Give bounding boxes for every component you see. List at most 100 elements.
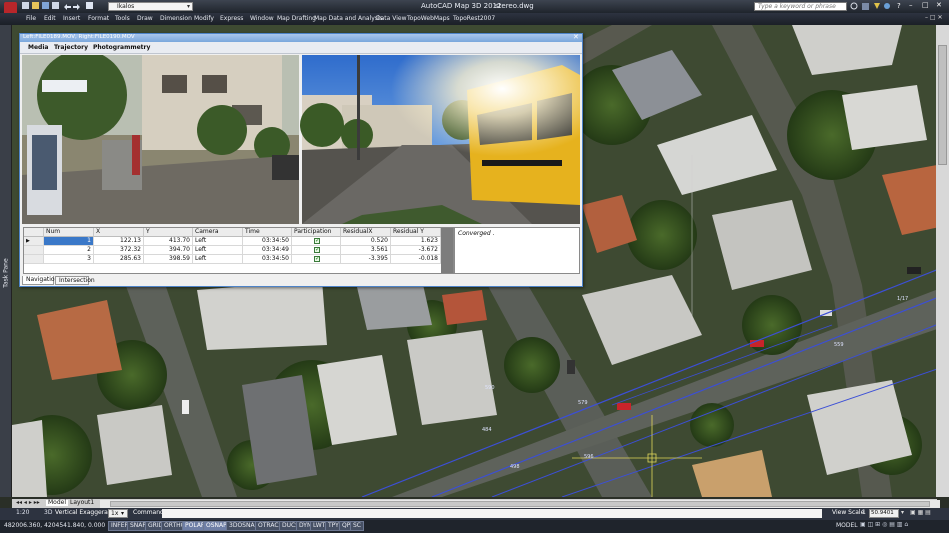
menu-modify[interactable]: Modify xyxy=(194,16,214,22)
menu-draw[interactable]: Draw xyxy=(137,16,153,22)
participation-checkbox[interactable] xyxy=(314,256,320,262)
cell-num[interactable]: 1 xyxy=(44,237,94,246)
cell-y[interactable]: 398.59 xyxy=(144,255,193,264)
minimize-icon[interactable]: – xyxy=(909,2,913,9)
command-line-input[interactable] xyxy=(162,509,822,518)
col-camera-header[interactable]: Camera xyxy=(193,228,243,237)
menu-tools[interactable]: Tools xyxy=(115,16,130,22)
menu-insert[interactable]: Insert xyxy=(63,16,80,22)
model-space-toggle[interactable]: MODEL xyxy=(836,523,858,529)
menu-format[interactable]: Format xyxy=(88,16,109,22)
title-bar: Ikalos ▾ AutoCAD Map 3D 2012 stereo.dwg … xyxy=(0,0,949,22)
horizontal-scrollbar[interactable] xyxy=(100,500,940,508)
grid-scroll-area[interactable] xyxy=(441,228,453,273)
tab-nav-arrows-icon[interactable]: ◂◂ ◂ ▸ ▸▸ xyxy=(16,500,40,506)
status-sc[interactable]: SC xyxy=(350,521,364,531)
cell-x[interactable]: 372.32 xyxy=(94,246,144,255)
col-residualy-header[interactable]: Residual Y xyxy=(391,228,441,237)
cell-residualy[interactable]: -3.672 xyxy=(391,246,441,255)
infocenter-icons[interactable] xyxy=(850,2,890,11)
right-photo xyxy=(300,55,580,224)
task-pane-label: Task Pane xyxy=(2,258,10,288)
dialog-tabs: Navigation Intersection xyxy=(22,276,142,286)
col-participation-header[interactable]: Participation xyxy=(292,228,341,237)
cell-time[interactable]: 03:34:50 xyxy=(243,255,292,264)
col-x-header[interactable]: X xyxy=(94,228,144,237)
cell-residualx[interactable]: 3.561 xyxy=(341,246,391,255)
cell-camera[interactable]: Left xyxy=(193,237,243,246)
scale-select[interactable]: 50.9401 xyxy=(869,509,899,518)
cell-x[interactable]: 285.63 xyxy=(94,255,144,264)
menu-window[interactable]: Window xyxy=(250,16,274,22)
participation-checkbox[interactable] xyxy=(314,247,320,253)
menu-express[interactable]: Express xyxy=(220,16,243,22)
menu-topowebmaps[interactable]: TopoWebMaps xyxy=(407,16,450,22)
dialog-menu-photogrammetry[interactable]: Photogrammetry xyxy=(93,45,150,51)
participation-checkbox[interactable] xyxy=(314,238,320,244)
cell-participation[interactable] xyxy=(292,237,341,246)
col-y-header[interactable]: Y xyxy=(144,228,193,237)
row-selector-icon[interactable]: ▶ xyxy=(24,237,44,246)
cell-y[interactable]: 413.70 xyxy=(144,237,193,246)
menu-edit[interactable]: Edit xyxy=(44,16,56,22)
cell-residualx[interactable]: 0.520 xyxy=(341,237,391,246)
vertical-exaggeration-select[interactable]: 1x ▾ xyxy=(108,509,128,518)
coordinates-readout[interactable]: 482006.360, 4204541.840, 0.000 xyxy=(4,523,105,529)
cell-camera[interactable]: Left xyxy=(193,246,243,255)
quick-access-icons[interactable] xyxy=(22,1,106,11)
chevron-down-icon[interactable]: ▾ xyxy=(901,510,904,516)
help-icon[interactable]: ? xyxy=(897,3,901,10)
command-label[interactable]: Command xyxy=(133,510,164,516)
cell-camera[interactable]: Left xyxy=(193,255,243,264)
col-time-header[interactable]: Time xyxy=(243,228,292,237)
dialog-title-bar[interactable]: Left:FILE0189.MOV, Right:FILE0190.MOV ✕ xyxy=(20,34,582,42)
scale-left[interactable]: 1:20 xyxy=(16,510,29,516)
close-icon[interactable]: ✕ xyxy=(936,2,942,9)
cell-num[interactable]: 3 xyxy=(44,255,94,264)
task-pane-strip[interactable]: Task Pane xyxy=(0,25,12,497)
row-selector[interactable] xyxy=(24,246,44,255)
solution-status-pane: Converged . xyxy=(454,227,580,274)
cell-y[interactable]: 394.70 xyxy=(144,246,193,255)
scroll-thumb[interactable] xyxy=(938,45,947,165)
close-icon[interactable]: ✕ xyxy=(573,34,579,41)
toolbar-icons[interactable]: ▣ ▦ ▤ xyxy=(910,510,931,516)
cell-participation[interactable] xyxy=(292,246,341,255)
cell-residualy[interactable]: 1.623 xyxy=(391,237,441,246)
status-bar: 482006.360, 4204541.840, 0.000 INFER SNA… xyxy=(0,520,949,533)
cell-num[interactable]: 2 xyxy=(44,246,94,255)
stereo-photos[interactable] xyxy=(22,50,580,224)
cell-time[interactable]: 03:34:49 xyxy=(243,246,292,255)
cell-x[interactable]: 122.13 xyxy=(94,237,144,246)
col-residualx-header[interactable]: ResidualX xyxy=(341,228,391,237)
cell-residualx[interactable]: -3.395 xyxy=(341,255,391,264)
status-tray-icons[interactable]: ▣ ◫ ⊞ ◎ ▤ ▥ ⌂ xyxy=(860,522,908,528)
maximize-icon[interactable]: □ xyxy=(922,2,929,9)
menu-toporest2007[interactable]: TopoRest2007 xyxy=(453,16,495,22)
left-photo xyxy=(22,50,299,224)
vertical-scrollbar[interactable] xyxy=(936,25,949,497)
grid-corner xyxy=(24,228,44,237)
col-num-header[interactable]: Num xyxy=(44,228,94,237)
search-input[interactable]: Type a keyword or phrase xyxy=(754,2,847,11)
tab-navigation[interactable]: Navigation xyxy=(22,276,58,285)
cell-time[interactable]: 03:34:50 xyxy=(243,237,292,246)
tab-model[interactable]: Model xyxy=(46,500,69,506)
tab-layout1[interactable]: Layout1 xyxy=(70,500,94,506)
cell-residualy[interactable]: -0.018 xyxy=(391,255,441,264)
menu-map-data-analysis[interactable]: Map Data and Analysis xyxy=(314,16,383,22)
dialog-menu-media[interactable]: Media xyxy=(28,45,48,51)
hscroll-thumb[interactable] xyxy=(110,501,930,507)
menu-file[interactable]: File xyxy=(26,16,36,22)
mode-3d[interactable]: 3D xyxy=(44,510,52,516)
workspace-select[interactable]: Ikalos ▾ xyxy=(108,2,193,11)
menu-map-drafting[interactable]: Map Drafting xyxy=(277,16,316,22)
tab-intersection[interactable]: Intersection xyxy=(55,276,95,285)
window-controls-icon[interactable]: – □ ✕ xyxy=(925,15,943,21)
workspace-value: Ikalos xyxy=(117,3,135,10)
cell-participation[interactable] xyxy=(292,255,341,264)
row-selector[interactable] xyxy=(24,255,44,264)
menu-data-view[interactable]: Data View xyxy=(376,16,406,22)
menu-dimension[interactable]: Dimension xyxy=(160,16,192,22)
dialog-menu-trajectory[interactable]: Trajectory xyxy=(54,45,88,51)
